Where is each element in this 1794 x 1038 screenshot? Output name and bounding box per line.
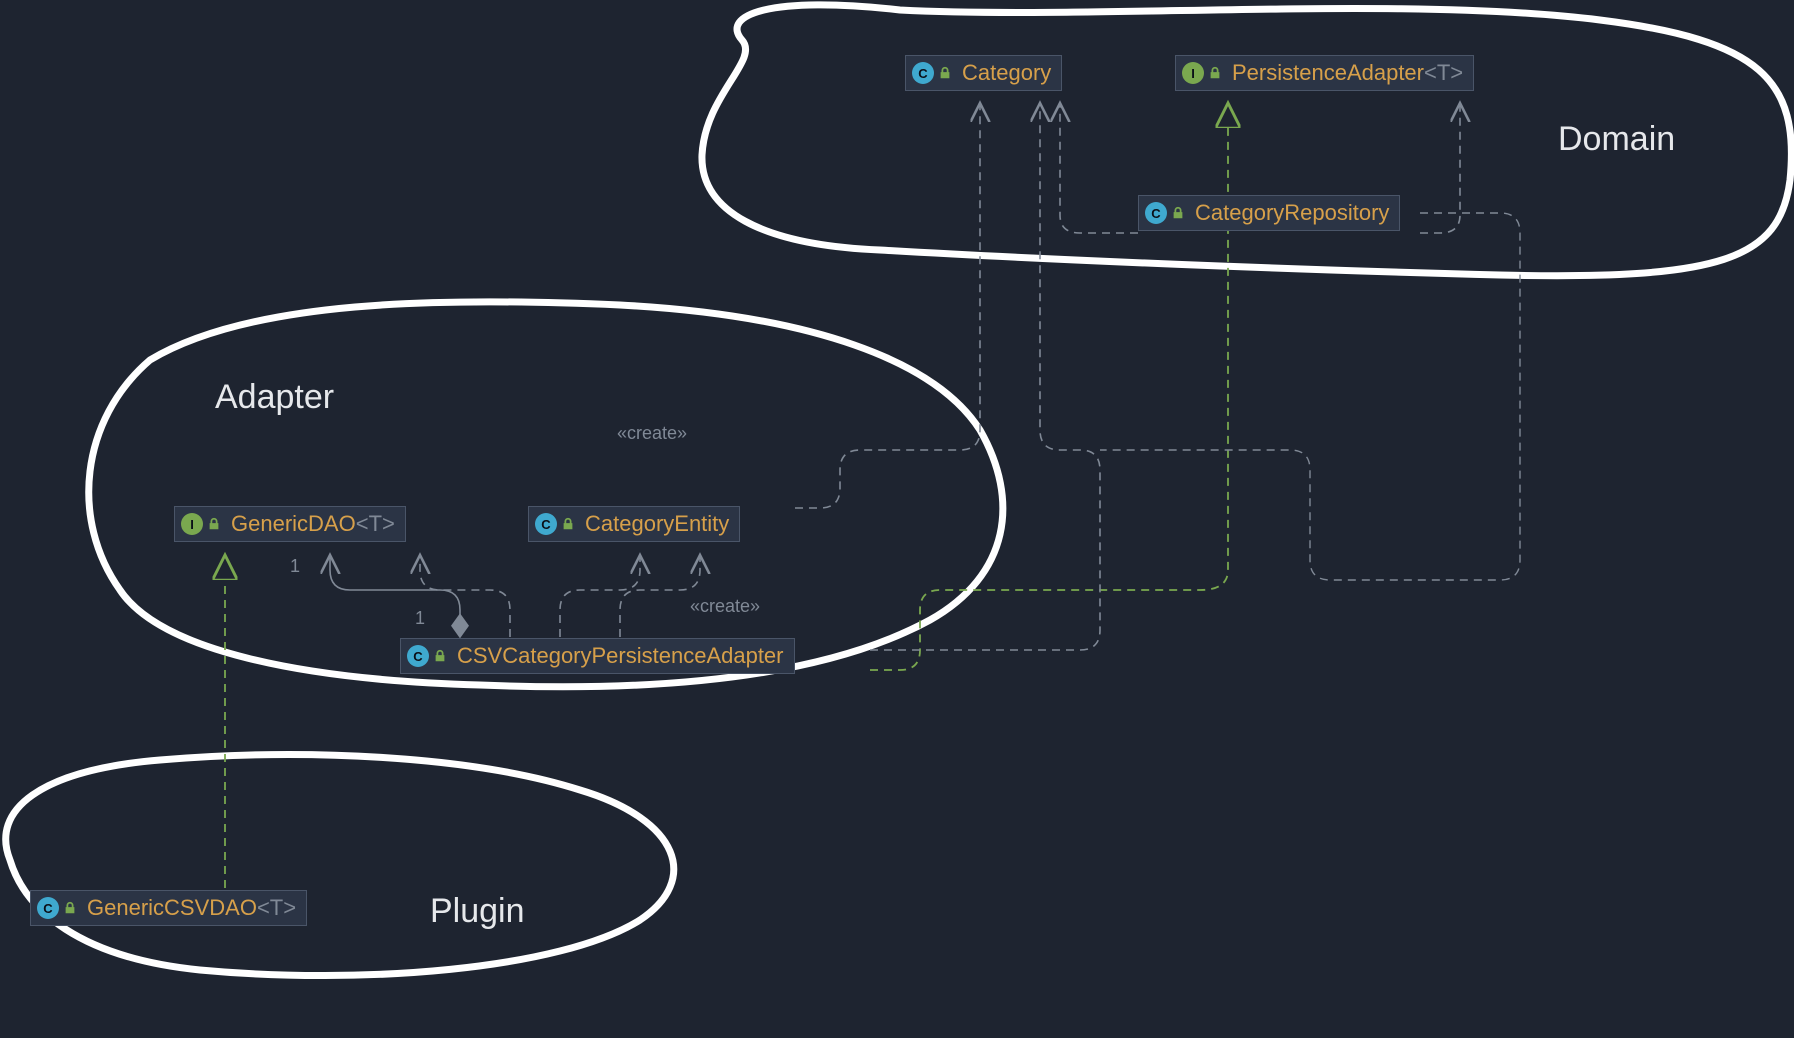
class-category[interactable]: C Category xyxy=(905,55,1062,91)
class-label: GenericCSVDAO<T> xyxy=(87,895,296,921)
lock-icon xyxy=(433,649,447,663)
class-badge-icon: C xyxy=(535,513,557,535)
interface-generic-dao[interactable]: I GenericDAO<T> xyxy=(174,506,406,542)
class-label: PersistenceAdapter<T> xyxy=(1232,60,1463,86)
region-outline-plugin xyxy=(6,755,674,976)
edge-categoryrepo-persistenceadapter xyxy=(1420,103,1460,233)
lock-icon xyxy=(63,901,77,915)
class-category-entity[interactable]: C CategoryEntity xyxy=(528,506,740,542)
edge-label-create-1: «create» xyxy=(617,423,687,444)
edge-categoryentity-category-create xyxy=(795,103,980,508)
edge-csvadapter-persistenceadapter xyxy=(870,103,1228,670)
edge-categoryrepo-persistenceadapter-ext xyxy=(1100,213,1520,580)
class-csv-category-persistence-adapter[interactable]: C CSVCategoryPersistenceAdapter xyxy=(400,638,795,674)
region-outline-adapter xyxy=(89,302,1003,687)
lock-icon xyxy=(1208,66,1222,80)
region-label-domain: Domain xyxy=(1558,120,1675,159)
multiplicity-1b: 1 xyxy=(415,608,425,629)
multiplicity-1a: 1 xyxy=(290,556,300,577)
region-label-adapter: Adapter xyxy=(215,378,334,417)
class-label: CategoryRepository xyxy=(1195,200,1389,226)
interface-badge-icon: I xyxy=(1182,62,1204,84)
edge-csvadapter-category xyxy=(870,103,1100,650)
edge-csvadapter-genericdao-dep xyxy=(420,555,510,637)
diagram-canvas: Domain Adapter Plugin «create» «create» … xyxy=(0,0,1794,1038)
lock-icon xyxy=(938,66,952,80)
class-category-repository[interactable]: C CategoryRepository xyxy=(1138,195,1400,231)
lock-icon xyxy=(1171,206,1185,220)
edge-label-create-2: «create» xyxy=(690,596,760,617)
class-generic-csv-dao[interactable]: C GenericCSVDAO<T> xyxy=(30,890,307,926)
lock-icon xyxy=(207,517,221,531)
lock-icon xyxy=(561,517,575,531)
edge-categoryrepo-category xyxy=(1060,103,1138,233)
edge-csvadapter-categoryentity-dep xyxy=(560,555,640,637)
region-label-plugin: Plugin xyxy=(430,892,525,931)
class-badge-icon: C xyxy=(912,62,934,84)
class-badge-icon: C xyxy=(407,645,429,667)
interface-badge-icon: I xyxy=(181,513,203,535)
class-label: CategoryEntity xyxy=(585,511,729,537)
class-label: CSVCategoryPersistenceAdapter xyxy=(457,643,784,669)
class-label: GenericDAO<T> xyxy=(231,511,395,537)
edge-csvadapter-categoryentity-create xyxy=(620,555,700,637)
class-badge-icon: C xyxy=(1145,202,1167,224)
class-badge-icon: C xyxy=(37,897,59,919)
class-label: Category xyxy=(962,60,1051,86)
interface-persistence-adapter[interactable]: I PersistenceAdapter<T> xyxy=(1175,55,1474,91)
edge-csvadapter-genericdao-aggregation xyxy=(330,555,460,637)
